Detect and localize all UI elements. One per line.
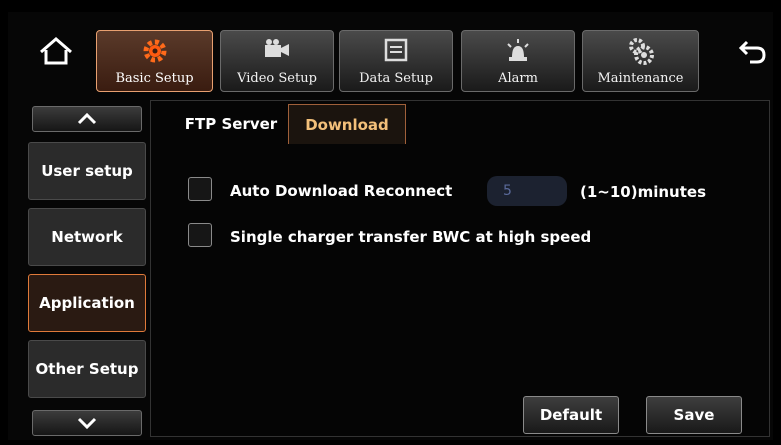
tab-label: FTP Server — [184, 115, 278, 133]
tab-label: Basic Setup — [115, 71, 194, 86]
tab-maintenance[interactable]: Maintenance — [582, 30, 699, 92]
settings-panel — [150, 100, 770, 437]
tab-download[interactable]: Download — [288, 104, 406, 144]
sidebar-item-label: User setup — [41, 162, 133, 180]
scroll-down-button[interactable] — [32, 410, 142, 436]
tab-video-setup[interactable]: Video Setup — [220, 30, 334, 92]
single-charger-checkbox[interactable] — [188, 223, 212, 247]
sidebar-item-label: Network — [51, 228, 123, 246]
tab-label: Alarm — [498, 71, 538, 86]
tab-alarm[interactable]: Alarm — [461, 30, 575, 92]
sidebar-item-other-setup[interactable]: Other Setup — [28, 340, 146, 398]
gear-icon — [97, 37, 212, 65]
data-storage-icon — [340, 37, 452, 65]
tab-label: Download — [305, 115, 389, 134]
tab-data-setup[interactable]: Data Setup — [339, 30, 453, 92]
back-button[interactable] — [733, 32, 771, 70]
tab-ftp-server[interactable]: FTP Server — [178, 104, 284, 144]
tab-label: Data Setup — [359, 71, 433, 86]
sidebar-item-user-setup[interactable]: User setup — [28, 142, 146, 200]
tab-basic-setup[interactable]: Basic Setup — [96, 30, 213, 92]
sidebar-item-label: Other Setup — [35, 360, 139, 378]
button-label: Default — [539, 406, 603, 424]
alarm-light-icon — [462, 37, 574, 65]
sidebar-item-application[interactable]: Application — [28, 274, 146, 332]
auto-download-label: Auto Download Reconnect — [230, 182, 453, 200]
chevron-up-icon — [77, 113, 97, 125]
button-label: Save — [673, 406, 715, 424]
maintenance-gears-icon — [583, 37, 698, 65]
tab-label: Maintenance — [597, 71, 684, 86]
home-button[interactable] — [37, 32, 75, 70]
sidebar-item-network[interactable]: Network — [28, 208, 146, 266]
scroll-up-button[interactable] — [32, 106, 142, 132]
tab-label: Video Setup — [237, 71, 317, 86]
save-button[interactable]: Save — [646, 396, 742, 434]
single-charger-label: Single charger transfer BWC at high spee… — [230, 228, 592, 246]
back-arrow-icon — [738, 40, 766, 64]
home-icon — [40, 37, 72, 65]
sidebar-item-label: Application — [39, 294, 135, 312]
chevron-down-icon — [77, 417, 97, 429]
video-camera-icon — [221, 37, 333, 65]
default-button[interactable]: Default — [523, 396, 619, 434]
reconnect-minutes-input[interactable] — [487, 176, 567, 206]
auto-download-checkbox[interactable] — [188, 177, 212, 201]
reconnect-range-label: (1~10)minutes — [580, 183, 706, 201]
